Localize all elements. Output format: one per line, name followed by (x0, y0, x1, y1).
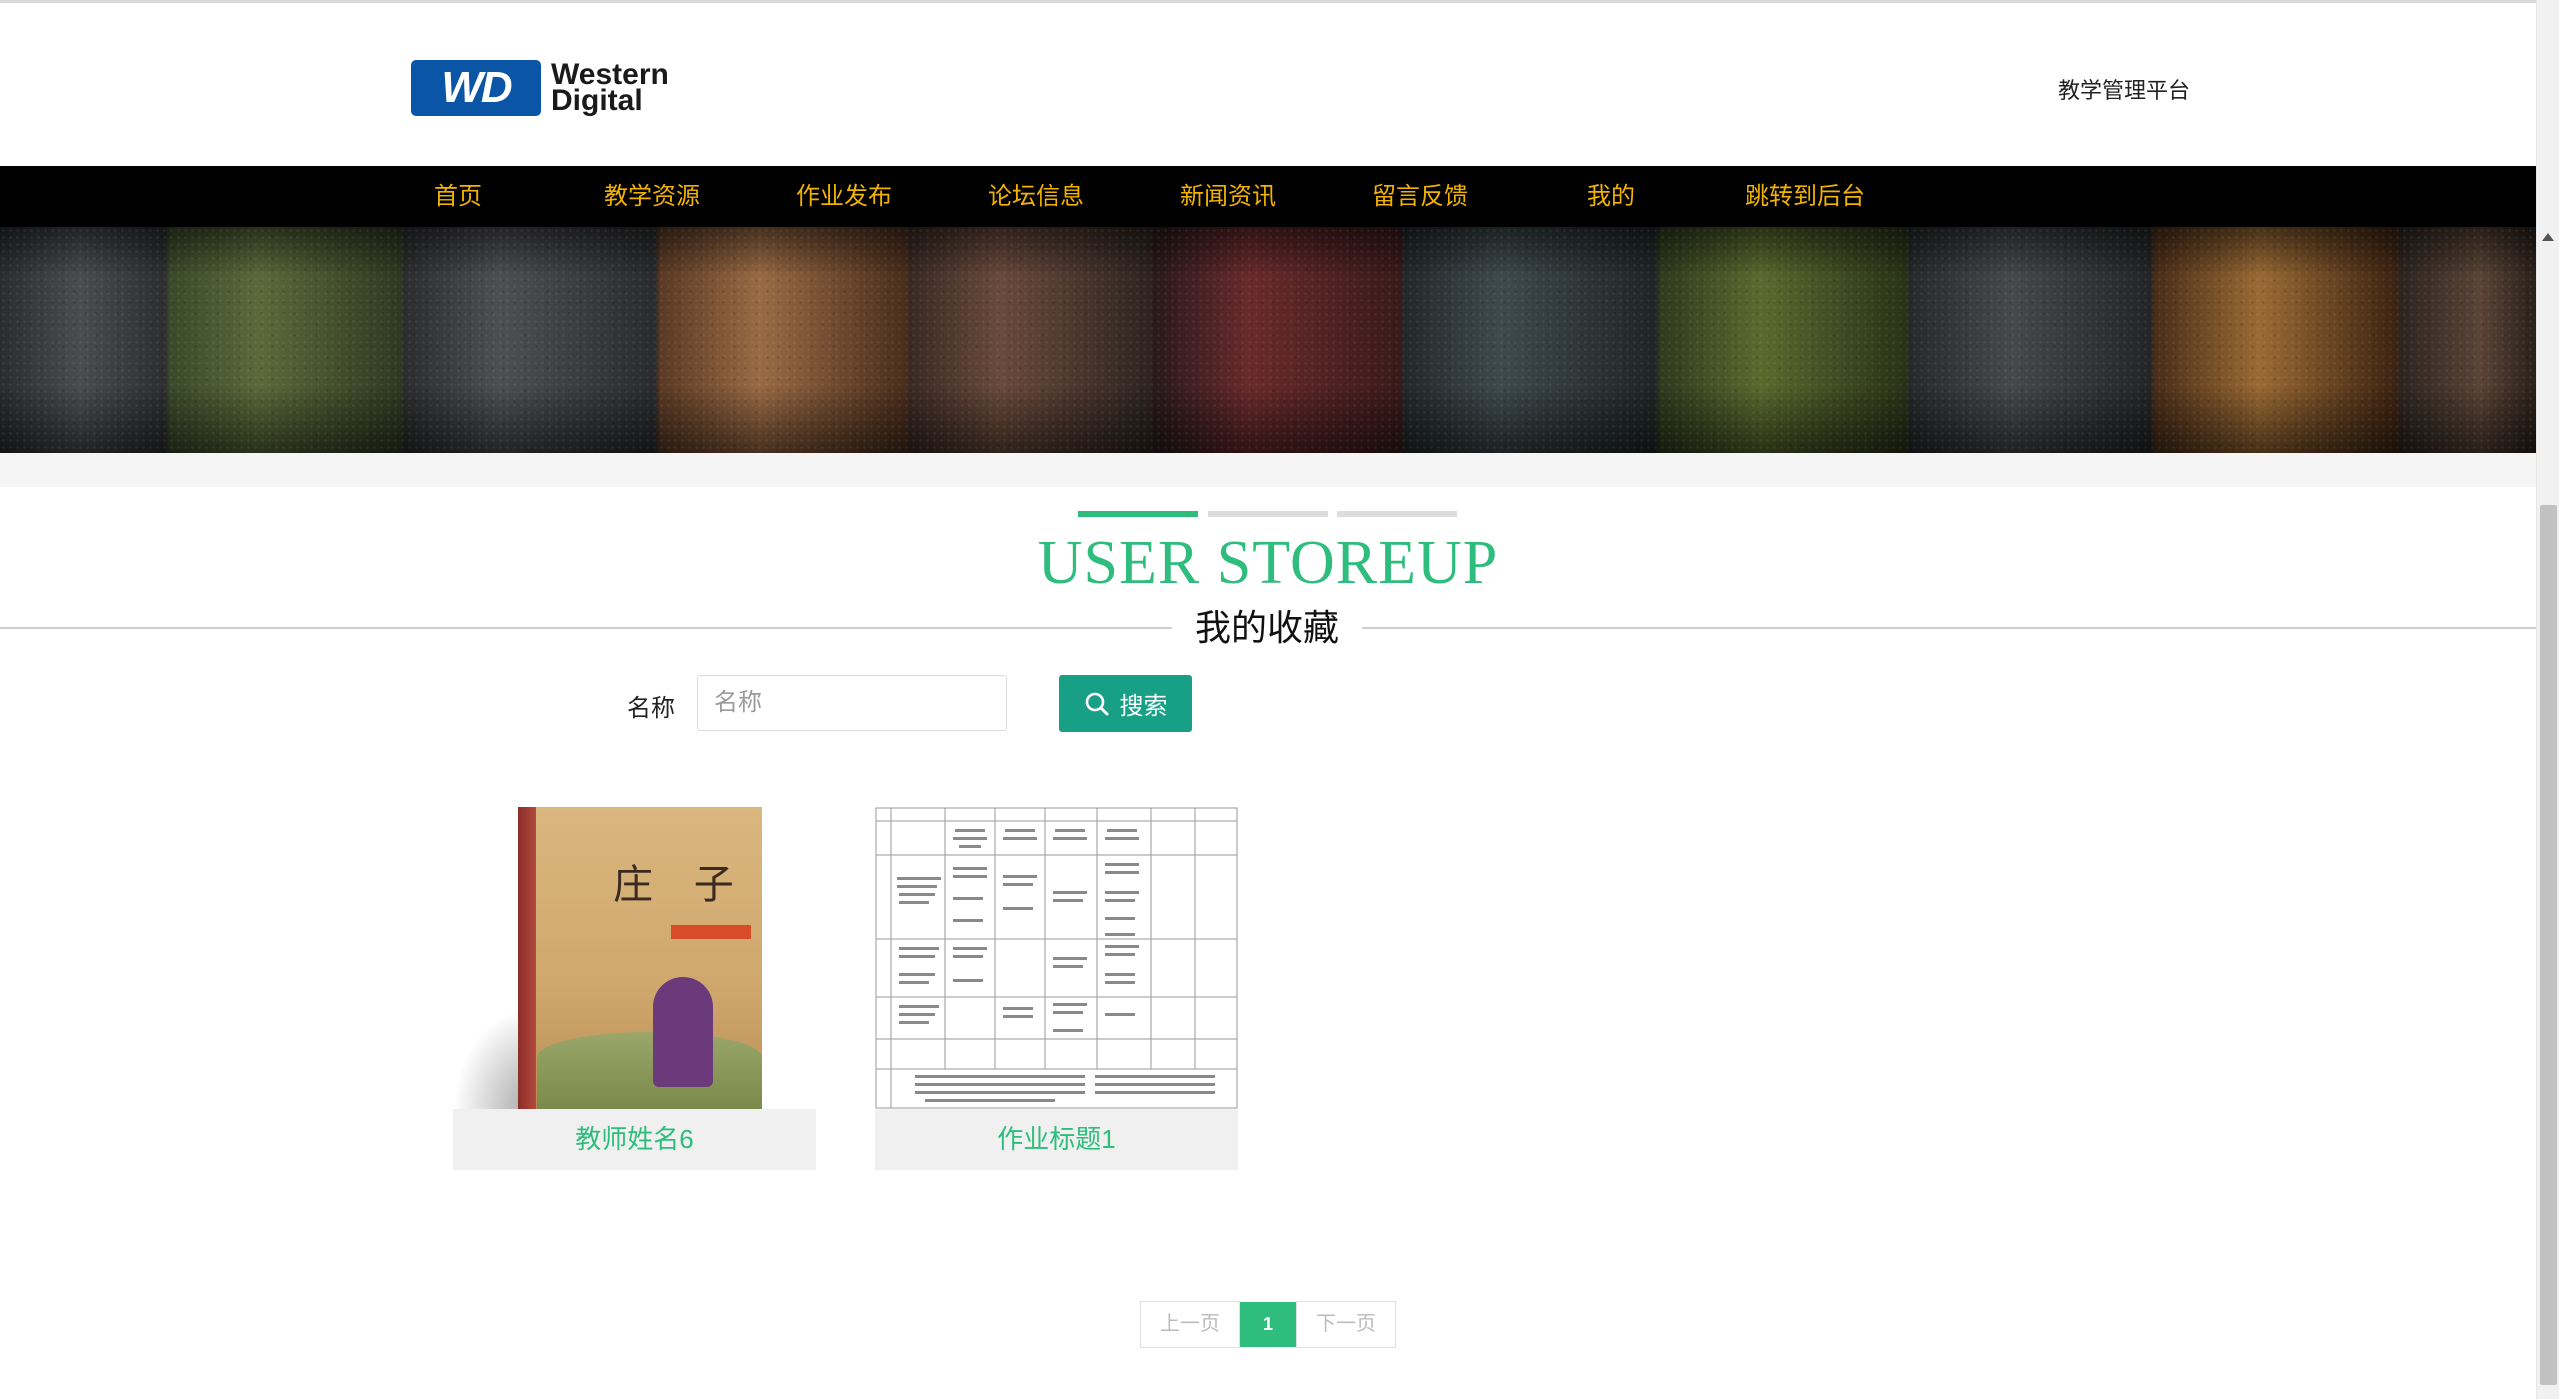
prev-page-button[interactable]: 上一页 (1140, 1301, 1240, 1348)
nav-item-news[interactable]: 新闻资讯 (1180, 166, 1276, 227)
card-image-timetable[interactable] (875, 807, 1238, 1109)
section-title-en: USER STOREUP (1037, 529, 1499, 597)
card-caption[interactable]: 作业标题1 (875, 1109, 1238, 1170)
platform-title: 教学管理平台 (2058, 78, 2191, 103)
next-page-button[interactable]: 下一页 (1296, 1301, 1396, 1348)
timetable-image (875, 807, 1238, 1109)
nav-item-homework[interactable]: 作业发布 (796, 166, 892, 227)
scroll-up-arrow-icon[interactable] (2542, 233, 2554, 241)
title-bar (1208, 511, 1328, 517)
logo-badge: WD (411, 60, 541, 116)
favorite-card[interactable]: 庄 子 教师姓名6 (453, 807, 816, 1170)
page: WD Western Digital 教学管理平台 首页 教学资源 作业发布 论… (0, 0, 2536, 1399)
main-nav: 首页 教学资源 作业发布 论坛信息 新闻资讯 留言反馈 我的 跳转到后台 (0, 166, 2536, 227)
logo-badge-text: WD (441, 63, 512, 112)
section-title-cn: 我的收藏 (1172, 603, 1362, 653)
nav-item-home[interactable]: 首页 (434, 166, 482, 227)
title-bar-active (1078, 511, 1198, 517)
book-landscape (537, 1032, 762, 1109)
nav-item-admin[interactable]: 跳转到后台 (1745, 166, 1865, 227)
title-bar (1337, 511, 1457, 517)
favorite-card[interactable]: 作业标题1 (875, 807, 1238, 1170)
book-title: 庄 子 (613, 862, 748, 908)
book-figure (653, 977, 713, 1087)
nav-item-feedback[interactable]: 留言反馈 (1372, 166, 1468, 227)
scrollbar[interactable] (2536, 0, 2559, 1399)
nav-item-teaching-resources[interactable]: 教学资源 (604, 166, 700, 227)
banner-strip (0, 453, 2536, 487)
search-button[interactable]: 搜索 (1059, 675, 1192, 732)
logo-wordmark: Western Digital (551, 60, 669, 117)
book-spine (518, 807, 536, 1109)
logo-line-2: Digital (551, 84, 643, 117)
nav-item-forum[interactable]: 论坛信息 (988, 166, 1084, 227)
book-band (671, 925, 751, 939)
banner-texture (0, 227, 2536, 453)
search-button-label: 搜索 (1119, 693, 1168, 720)
card-caption[interactable]: 教师姓名6 (453, 1109, 816, 1170)
scrollbar-thumb[interactable] (2540, 505, 2557, 1385)
header: WD Western Digital 教学管理平台 (0, 3, 2536, 165)
card-image-book[interactable]: 庄 子 (453, 807, 816, 1109)
banner-image (0, 227, 2536, 453)
logo[interactable]: WD Western Digital (411, 58, 696, 118)
search-icon (1085, 692, 1108, 715)
page-number-current[interactable]: 1 (1240, 1302, 1296, 1347)
search-input[interactable] (697, 675, 1007, 731)
nav-item-mine[interactable]: 我的 (1587, 166, 1635, 227)
search-label: 名称 (627, 695, 675, 722)
